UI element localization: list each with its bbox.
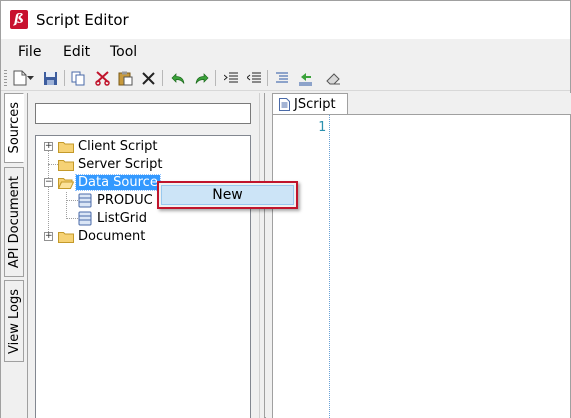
tab-api-document[interactable]: API Document bbox=[4, 167, 24, 277]
dropdown-arrow-icon[interactable] bbox=[25, 69, 35, 87]
tree-node-listgrid[interactable]: ListGrid bbox=[78, 210, 149, 227]
title-bar[interactable]: ß Script Editor bbox=[1, 1, 570, 39]
database-icon bbox=[78, 211, 92, 226]
list-icon[interactable] bbox=[273, 69, 291, 87]
tab-jscript[interactable]: JScript bbox=[272, 93, 348, 115]
copy-icon[interactable] bbox=[69, 69, 87, 87]
tree-node-document[interactable]: Document bbox=[58, 228, 147, 245]
folder-icon bbox=[58, 142, 74, 153]
cut-icon[interactable] bbox=[93, 69, 111, 87]
side-tab-strip: Sources API Document View Logs bbox=[1, 93, 27, 418]
sources-panel: + Client Script Server Script − Data Sou… bbox=[27, 93, 259, 418]
document-icon bbox=[279, 98, 290, 111]
tree-node-data-source[interactable]: Data Source bbox=[58, 174, 161, 191]
script-editor-window: ß Script Editor File Edit Tool Sources A… bbox=[0, 0, 571, 418]
database-icon bbox=[78, 193, 92, 208]
import-icon[interactable] bbox=[296, 69, 314, 87]
folder-icon bbox=[58, 160, 74, 171]
tree-search-input[interactable] bbox=[35, 103, 251, 124]
tab-view-logs[interactable]: View Logs bbox=[4, 280, 24, 362]
delete-icon[interactable] bbox=[139, 69, 157, 87]
tree-node-produc[interactable]: PRODUC bbox=[78, 192, 155, 209]
menu-edit[interactable]: Edit bbox=[63, 43, 90, 61]
editor-area: JScript 1 bbox=[266, 93, 571, 418]
save-icon[interactable] bbox=[41, 69, 59, 87]
redo-icon[interactable] bbox=[192, 69, 210, 87]
menu-file[interactable]: File bbox=[18, 43, 41, 61]
app-logo-icon: ß bbox=[10, 10, 28, 29]
expand-document-icon[interactable]: + bbox=[44, 232, 53, 241]
context-menu: New bbox=[157, 181, 298, 209]
expand-client-script-icon[interactable]: + bbox=[44, 142, 53, 151]
toolbar bbox=[1, 65, 570, 91]
line-number-gutter: 1 bbox=[273, 115, 330, 418]
menu-bar: File Edit Tool bbox=[1, 39, 570, 65]
tree-node-server-script[interactable]: Server Script bbox=[58, 156, 164, 173]
window-title: Script Editor bbox=[36, 11, 129, 29]
context-menu-new[interactable]: New bbox=[161, 185, 294, 205]
tab-sources[interactable]: Sources bbox=[4, 93, 24, 163]
line-number: 1 bbox=[318, 120, 326, 135]
menu-tool[interactable]: Tool bbox=[110, 43, 137, 61]
source-tree[interactable]: + Client Script Server Script − Data Sou… bbox=[35, 135, 251, 418]
folder-icon bbox=[58, 232, 74, 243]
paste-icon[interactable] bbox=[116, 69, 134, 87]
collapse-data-source-icon[interactable]: − bbox=[44, 178, 53, 187]
outdent-icon[interactable] bbox=[245, 69, 263, 87]
undo-icon[interactable] bbox=[169, 69, 187, 87]
indent-icon[interactable] bbox=[222, 69, 240, 87]
eraser-icon[interactable] bbox=[324, 69, 342, 87]
tree-node-client-script[interactable]: Client Script bbox=[58, 138, 159, 155]
panel-splitter[interactable] bbox=[259, 93, 265, 418]
code-editor[interactable]: 1 bbox=[272, 114, 571, 418]
open-folder-icon bbox=[58, 178, 74, 189]
toolbar-grip[interactable] bbox=[4, 70, 7, 86]
